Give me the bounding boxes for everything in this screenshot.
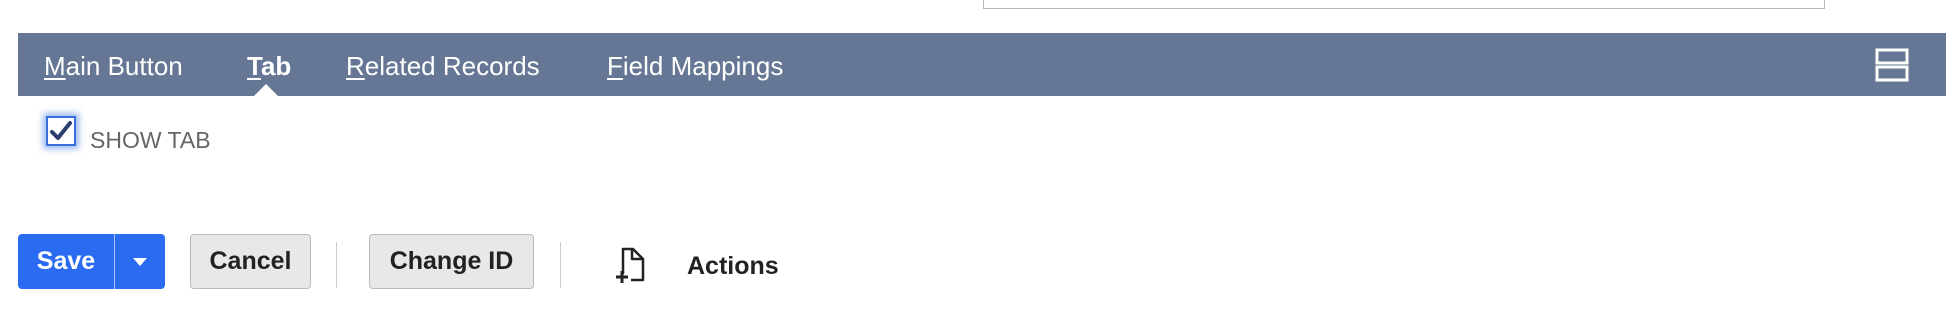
top-text-field[interactable] <box>983 0 1825 9</box>
show-tab-checkbox[interactable] <box>46 116 76 146</box>
stacked-layout-icon[interactable] <box>1875 48 1909 82</box>
tab-main-button-accesskey: M <box>44 51 66 81</box>
change-id-button[interactable]: Change ID <box>369 234 534 289</box>
active-tab-caret <box>253 84 279 97</box>
caret-down-icon <box>133 258 147 266</box>
tab-field-mappings[interactable]: Field Mappings <box>607 33 783 96</box>
tab-related-records[interactable]: Related Records <box>346 33 540 96</box>
tab-main-button[interactable]: Main Button <box>44 33 183 96</box>
cancel-button[interactable]: Cancel <box>190 234 311 289</box>
save-button[interactable]: Save <box>18 234 114 289</box>
tab-field-mappings-accesskey: F <box>607 51 623 81</box>
new-document-icon[interactable] <box>613 246 649 284</box>
tab-tab-label: ab <box>260 51 292 81</box>
tab-related-records-label: elated Records <box>364 51 540 81</box>
actions-menu[interactable]: Actions <box>687 252 779 281</box>
button-separator <box>560 242 561 288</box>
save-split-button: Save <box>18 234 165 289</box>
tab-related-records-accesskey: R <box>346 51 365 81</box>
subtab-bar: Main Button Tab Related Records Field Ma… <box>18 33 1946 96</box>
tab-main-button-label: ain Button <box>65 51 183 81</box>
tab-tab-accesskey: T <box>247 51 261 81</box>
button-separator <box>336 242 337 288</box>
show-tab-label: SHOW TAB <box>90 127 211 153</box>
checkmark-icon <box>50 121 72 140</box>
save-dropdown-button[interactable] <box>115 234 165 289</box>
tab-field-mappings-label: ield Mappings <box>622 51 784 81</box>
